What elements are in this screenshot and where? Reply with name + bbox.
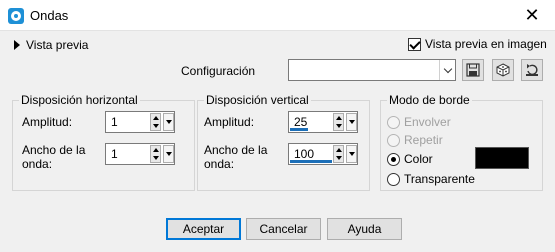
spin-arrows-icon[interactable] bbox=[150, 145, 161, 163]
edge-option-transparent[interactable]: Transparente bbox=[387, 172, 475, 186]
edge-option-label: Repetir bbox=[404, 133, 443, 147]
horizontal-amplitude-value: 1 bbox=[111, 115, 118, 129]
edge-option-label: Transparente bbox=[404, 172, 475, 186]
chevron-down-icon bbox=[443, 64, 452, 73]
expand-triangle-icon bbox=[14, 40, 20, 50]
edge-color-swatch[interactable] bbox=[475, 147, 529, 169]
preview-label: Vista previa bbox=[26, 38, 89, 52]
preview-toggle[interactable]: Vista previa bbox=[14, 38, 88, 52]
preview-in-image-label: Vista previa en imagen bbox=[425, 37, 547, 51]
horizontal-wavelength-label-2: onda: bbox=[22, 157, 53, 171]
radio-icon[interactable] bbox=[387, 172, 400, 186]
radio-icon[interactable] bbox=[387, 115, 400, 129]
window-title: Ondas bbox=[30, 8, 69, 23]
cancel-button[interactable]: Cancelar bbox=[246, 218, 321, 240]
dropdown-arrow-icon[interactable] bbox=[346, 145, 357, 163]
spin-arrows-icon[interactable] bbox=[150, 113, 161, 131]
vertical-amplitude-value: 25 bbox=[294, 115, 308, 129]
horizontal-wavelength-label-1: Ancho de la bbox=[22, 143, 86, 157]
spin-arrows-icon[interactable] bbox=[333, 145, 344, 163]
reset-icon bbox=[526, 64, 538, 76]
vertical-wavelength-input[interactable]: 100 bbox=[288, 143, 358, 165]
vertical-wavelength-value: 100 bbox=[294, 147, 315, 161]
vertical-wavelength-label-1: Ancho de la bbox=[204, 143, 268, 157]
vertical-amplitude-input[interactable]: 25 bbox=[288, 111, 358, 133]
close-icon: ✕ bbox=[524, 5, 540, 25]
horizontal-group-title: Disposición horizontal bbox=[19, 93, 140, 107]
config-dropdown-arrow[interactable] bbox=[439, 60, 455, 80]
dropdown-arrow-icon[interactable] bbox=[163, 113, 174, 131]
title-bar: Ondas ✕ bbox=[0, 0, 555, 31]
app-icon bbox=[8, 8, 24, 24]
ok-button[interactable]: Aceptar bbox=[166, 218, 241, 240]
horizontal-wavelength-input[interactable]: 1 bbox=[105, 143, 175, 165]
edge-mode-title: Modo de borde bbox=[387, 93, 472, 107]
edge-option-wrap[interactable]: Envolver bbox=[387, 115, 451, 129]
reset-button[interactable] bbox=[521, 59, 543, 81]
randomize-button[interactable] bbox=[492, 59, 514, 81]
config-select[interactable] bbox=[288, 59, 456, 81]
vertical-group-title: Disposición vertical bbox=[204, 93, 311, 107]
vertical-amplitude-label: Amplitud: bbox=[204, 115, 255, 129]
save-icon bbox=[466, 63, 480, 77]
edge-option-label: Color bbox=[404, 152, 433, 166]
dropdown-arrow-icon[interactable] bbox=[163, 145, 174, 163]
horizontal-wavelength-value: 1 bbox=[111, 147, 118, 161]
dropdown-arrow-icon[interactable] bbox=[346, 113, 357, 131]
close-button[interactable]: ✕ bbox=[509, 0, 555, 31]
edge-option-repeat[interactable]: Repetir bbox=[387, 133, 443, 147]
horizontal-amplitude-input[interactable]: 1 bbox=[105, 111, 175, 133]
vertical-wavelength-label-2: onda: bbox=[204, 157, 235, 171]
edge-option-color[interactable]: Color bbox=[387, 152, 433, 166]
checkbox-checked-icon[interactable] bbox=[408, 37, 421, 51]
radio-selected-icon[interactable] bbox=[387, 152, 400, 166]
edge-option-label: Envolver bbox=[404, 115, 451, 129]
config-label: Configuración bbox=[181, 64, 256, 78]
preview-in-image-checkbox[interactable]: Vista previa en imagen bbox=[408, 37, 547, 51]
radio-icon[interactable] bbox=[387, 133, 400, 147]
spin-arrows-icon[interactable] bbox=[333, 113, 344, 131]
amplitude-level-bar bbox=[290, 128, 308, 131]
wavelength-level-bar bbox=[290, 160, 332, 163]
help-button[interactable]: Ayuda bbox=[327, 218, 402, 240]
dice-icon bbox=[496, 63, 510, 77]
save-preset-button[interactable] bbox=[462, 59, 484, 81]
horizontal-amplitude-label: Amplitud: bbox=[22, 115, 73, 129]
